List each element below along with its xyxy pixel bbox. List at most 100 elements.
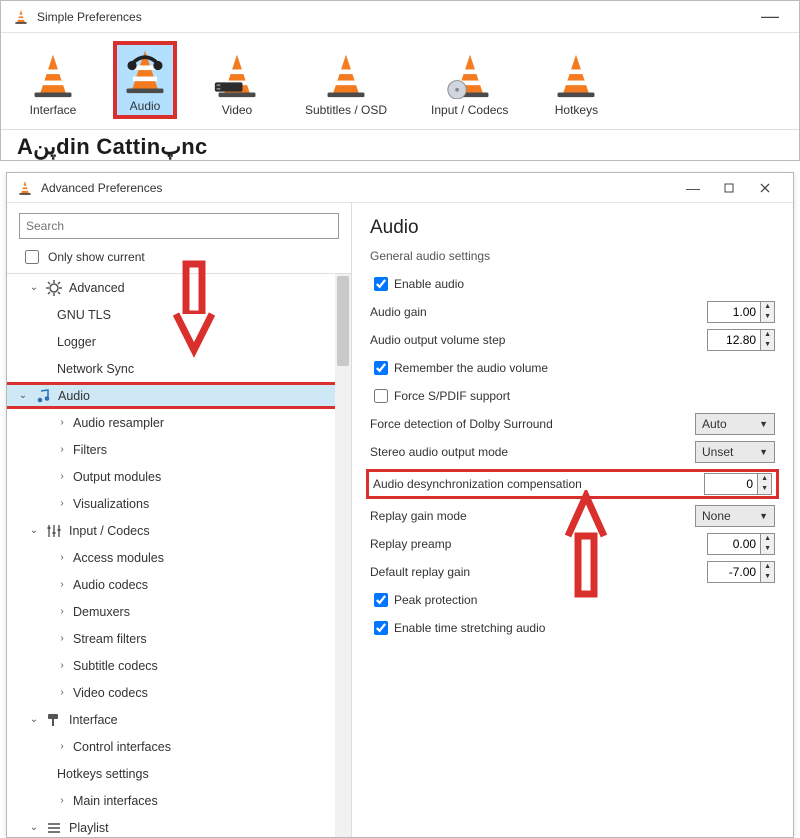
replay-mode-label: Replay gain mode xyxy=(370,509,695,523)
tree-label: Interface xyxy=(69,713,118,727)
search-input[interactable] xyxy=(19,213,339,239)
time-stretch-checkbox[interactable] xyxy=(374,621,388,635)
simple-preferences-window: Simple Preferences — Interface Audio xyxy=(0,0,800,161)
time-stretch-label: Enable time stretching audio xyxy=(394,621,545,635)
tab-label: Input / Codecs xyxy=(431,103,508,117)
dolby-label: Force detection of Dolby Surround xyxy=(370,417,695,431)
tree-item[interactable]: ›Audio codecs xyxy=(7,571,335,598)
tree-item[interactable]: ›Main interfaces xyxy=(7,787,335,814)
tab-audio[interactable]: Audio xyxy=(113,41,177,119)
row-enable-audio: Enable audio xyxy=(370,273,775,295)
close-button[interactable] xyxy=(747,177,783,199)
tree-item[interactable]: ›Subtitle codecs xyxy=(7,652,335,679)
annotation-arrow-down-icon xyxy=(172,260,216,360)
tree-label: Advanced xyxy=(69,281,125,295)
tree-item[interactable]: GNU TLS xyxy=(7,301,335,328)
tree-node-interface[interactable]: ⌄ Interface xyxy=(7,706,335,733)
volume-step-input[interactable] xyxy=(708,333,760,347)
row-time-stretch: Enable time stretching audio xyxy=(370,617,775,639)
tab-hotkeys[interactable]: Hotkeys xyxy=(544,45,608,119)
brush-icon xyxy=(45,711,63,729)
tree-node-advanced[interactable]: ⌄ Advanced xyxy=(7,274,335,301)
tab-interface[interactable]: Interface xyxy=(21,45,85,119)
tree-scrollbar[interactable] xyxy=(335,274,351,837)
replay-preamp-spinbox[interactable]: ▲▼ xyxy=(707,533,775,555)
chevron-down-icon: ▼ xyxy=(759,511,768,521)
truncated-section-heading: Aپنdin Cattinپnc xyxy=(1,130,799,160)
default-gain-input[interactable] xyxy=(708,565,760,579)
tree-item[interactable]: ›Control interfaces xyxy=(7,733,335,760)
stereo-combo[interactable]: Unset▼ xyxy=(695,441,775,463)
audio-gain-input[interactable] xyxy=(708,305,760,319)
enable-audio-checkbox[interactable] xyxy=(374,277,388,291)
advanced-title-text: Advanced Preferences xyxy=(41,181,162,195)
tree-item[interactable]: ›Output modules xyxy=(7,463,335,490)
volume-step-spinbox[interactable]: ▲▼ xyxy=(707,329,775,351)
peak-checkbox[interactable] xyxy=(374,593,388,607)
desync-input[interactable] xyxy=(705,477,757,491)
vlc-cone-icon xyxy=(17,180,33,196)
tree-item[interactable]: ›Access modules xyxy=(7,544,335,571)
tree-node-input-codecs[interactable]: ⌄ Input / Codecs xyxy=(7,517,335,544)
cone-headphones-icon xyxy=(121,47,169,95)
maximize-button[interactable] xyxy=(711,177,747,199)
row-volume-step: Audio output volume step ▲▼ xyxy=(370,329,775,351)
volume-step-label: Audio output volume step xyxy=(370,333,707,347)
tree-item[interactable]: Network Sync xyxy=(7,355,335,382)
only-show-current-checkbox[interactable] xyxy=(25,250,39,264)
audio-gain-spinbox[interactable]: ▲▼ xyxy=(707,301,775,323)
tree-item[interactable]: ›Demuxers xyxy=(7,598,335,625)
chevron-down-icon: ▼ xyxy=(759,447,768,457)
tree-node-audio[interactable]: ⌄ Audio xyxy=(7,382,335,409)
cone-icon xyxy=(322,51,370,99)
scrollbar-thumb[interactable] xyxy=(337,276,349,366)
cone-disc-icon xyxy=(446,51,494,99)
chevron-down-icon: ▼ xyxy=(759,419,768,429)
tree-label: Input / Codecs xyxy=(69,524,150,538)
tree-item[interactable]: Logger xyxy=(7,328,335,355)
tab-video[interactable]: Video xyxy=(205,45,269,119)
only-show-current-label: Only show current xyxy=(48,250,145,264)
minimize-button[interactable]: — xyxy=(753,6,787,27)
advanced-titlebar: Advanced Preferences — xyxy=(7,173,793,203)
default-gain-spinbox[interactable]: ▲▼ xyxy=(707,561,775,583)
gear-icon xyxy=(45,279,63,297)
default-gain-label: Default replay gain xyxy=(370,565,707,579)
tab-input-codecs[interactable]: Input / Codecs xyxy=(423,45,516,119)
chevron-right-icon: › xyxy=(57,444,67,455)
chevron-right-icon: › xyxy=(57,471,67,482)
tree-item[interactable]: ›Filters xyxy=(7,436,335,463)
tree-item[interactable]: ›Stream filters xyxy=(7,625,335,652)
tab-subtitles[interactable]: Subtitles / OSD xyxy=(297,45,395,119)
replay-mode-combo[interactable]: None▼ xyxy=(695,505,775,527)
settings-tree[interactable]: ⌄ Advanced GNU TLS Logger Network Sync ⌄ xyxy=(7,274,335,837)
annotation-arrow-up-icon xyxy=(564,490,608,600)
row-spdif: Force S/PDIF support xyxy=(370,385,775,407)
replay-preamp-label: Replay preamp xyxy=(370,537,707,551)
chevron-right-icon: › xyxy=(57,417,67,428)
row-remember-volume: Remember the audio volume xyxy=(370,357,775,379)
tree-item[interactable]: Hotkeys settings xyxy=(7,760,335,787)
chevron-down-icon: ⌄ xyxy=(29,822,39,833)
simple-title-text: Simple Preferences xyxy=(37,10,142,24)
dolby-combo[interactable]: Auto▼ xyxy=(695,413,775,435)
minimize-button[interactable]: — xyxy=(675,177,711,199)
chevron-down-icon: ⌄ xyxy=(29,525,39,536)
remember-volume-checkbox[interactable] xyxy=(374,361,388,375)
spdif-label: Force S/PDIF support xyxy=(394,389,510,403)
search-container xyxy=(19,213,339,239)
stereo-mode-label: Stereo audio output mode xyxy=(370,445,695,459)
tree-item[interactable]: ›Visualizations xyxy=(7,490,335,517)
desync-spinbox[interactable]: ▲▼ xyxy=(704,473,772,495)
tab-label: Subtitles / OSD xyxy=(305,103,387,117)
tree-node-playlist[interactable]: ⌄ Playlist xyxy=(7,814,335,837)
tree-item[interactable]: ›Audio resampler xyxy=(7,409,335,436)
tree-item[interactable]: ›Video codecs xyxy=(7,679,335,706)
row-stereo-mode: Stereo audio output mode Unset▼ xyxy=(370,441,775,463)
tree-label: Playlist xyxy=(69,821,109,835)
spdif-checkbox[interactable] xyxy=(374,389,388,403)
tree-label: Audio xyxy=(58,389,90,403)
replay-preamp-input[interactable] xyxy=(708,537,760,551)
peak-label: Peak protection xyxy=(394,593,477,607)
chevron-down-icon: ⌄ xyxy=(29,282,39,293)
